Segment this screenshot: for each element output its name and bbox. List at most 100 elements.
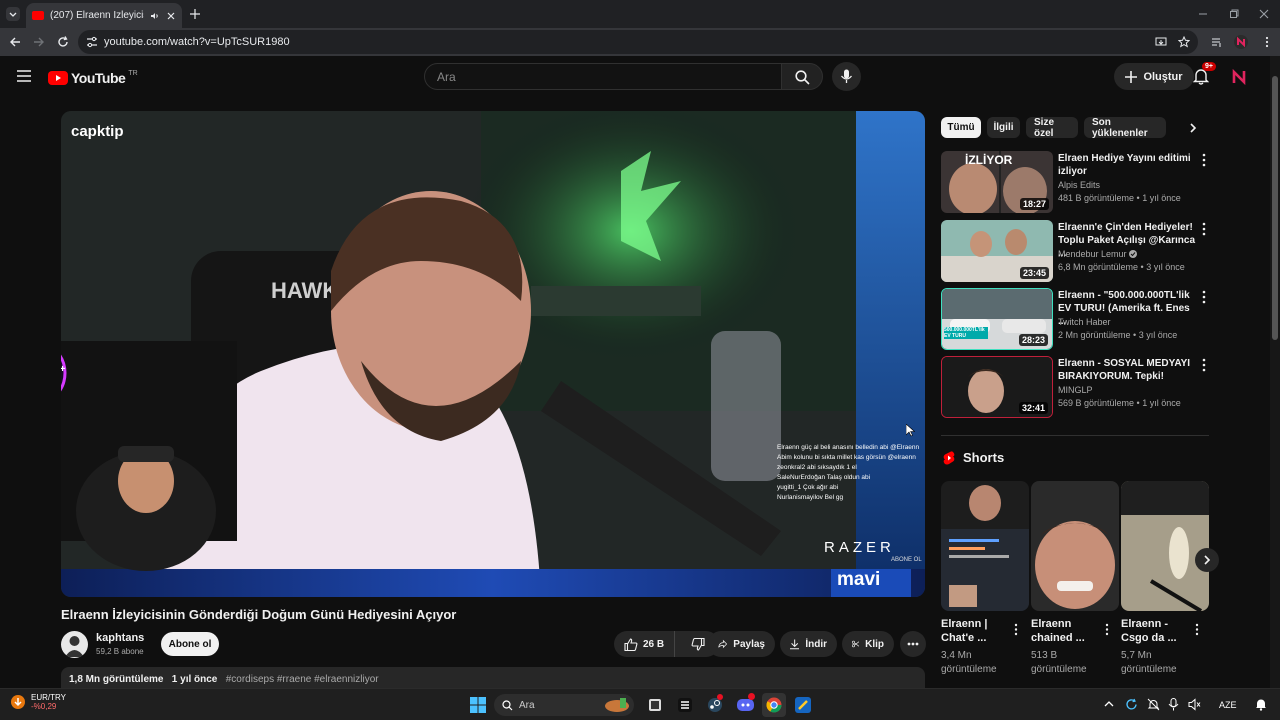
download-button[interactable]: İndir [780, 631, 837, 657]
channel-name[interactable]: Alpis Edits [1058, 180, 1100, 190]
reload-icon[interactable] [56, 35, 70, 49]
microphone-icon [841, 69, 852, 83]
channel-name[interactable]: MINGLP [1058, 385, 1093, 395]
thumbs-down-icon [691, 637, 705, 651]
search-input[interactable]: Ara [424, 63, 782, 90]
browser-menu-icon[interactable] [1261, 36, 1273, 48]
recommended-video[interactable]: 500.000.000TL'lik EV TURU 28:23 Elraenn … [941, 288, 1211, 350]
input-language[interactable]: AZE [1219, 700, 1237, 710]
channel-name[interactable]: Mendebur Lemur [1058, 249, 1138, 259]
more-actions-button[interactable] [900, 631, 926, 657]
forward-arrow-icon[interactable] [32, 35, 46, 49]
windows-start-icon[interactable] [470, 697, 486, 713]
short-thumbnail[interactable] [1121, 481, 1209, 611]
profile-avatar[interactable] [1234, 35, 1248, 49]
notifications-off-icon[interactable] [1147, 698, 1160, 711]
chat-line: Nurlanismayilov Bel gg [777, 494, 844, 501]
short-title[interactable]: Elraenn chained ... [1031, 617, 1101, 645]
address-bar[interactable]: youtube.com/watch?v=UpTcSUR1980 [78, 30, 1198, 54]
sync-icon[interactable] [1125, 698, 1138, 711]
notifications-button[interactable]: 9+ [1193, 62, 1216, 88]
new-tab-icon[interactable] [189, 8, 201, 20]
chrome-app-icon[interactable] [762, 693, 786, 717]
search-button[interactable] [781, 63, 823, 90]
browser-tab-active[interactable]: (207) Elraenn İzleyicisinin G [26, 3, 182, 28]
account-avatar[interactable] [1230, 68, 1248, 86]
create-button[interactable]: Oluştur [1114, 63, 1194, 90]
site-info-icon[interactable] [86, 36, 98, 48]
media-controls-icon[interactable] [1211, 36, 1223, 48]
share-button[interactable]: Paylaş [708, 631, 775, 657]
page-scrollbar[interactable] [1270, 56, 1280, 688]
bookmark-star-icon[interactable] [1178, 36, 1190, 48]
market-down-icon [11, 695, 25, 709]
description-box[interactable]: 1,8 Mn görüntüleme 1 yıl önce #cordiseps… [61, 667, 925, 688]
tray-chevron-up-icon[interactable] [1104, 700, 1114, 708]
notification-center-icon[interactable] [1255, 698, 1267, 711]
steam-app-icon[interactable] [707, 694, 723, 713]
mouse-cursor-icon [906, 424, 915, 437]
clip-label: Klip [865, 638, 884, 650]
chip-all[interactable]: Tümü [941, 117, 981, 138]
chip-related[interactable]: İlgili [987, 117, 1020, 138]
like-button[interactable]: 26 B [614, 631, 676, 657]
tab-title: (207) Elraenn İzleyicisinin G [50, 10, 144, 21]
speaker-muted-icon[interactable] [1188, 698, 1201, 711]
microphone-icon[interactable] [1168, 698, 1179, 711]
short-thumbnail[interactable] [1031, 481, 1119, 611]
close-tab-icon[interactable] [166, 11, 176, 21]
hashtags[interactable]: #cordiseps #rraene #elraennizliyor [226, 674, 379, 685]
youtube-logo[interactable]: YouTube TR [48, 70, 138, 86]
scrollbar-thumb[interactable] [1272, 76, 1278, 340]
chevron-right-icon[interactable] [1187, 122, 1199, 134]
channel-name[interactable]: kaphtans [96, 632, 144, 644]
recommended-video[interactable]: İZLİYOR 18:27 Elraen Hediye Yayını editi… [941, 151, 1211, 213]
restore-icon[interactable] [1228, 8, 1240, 20]
more-vertical-icon[interactable] [1199, 153, 1209, 167]
audio-playing-icon[interactable] [150, 11, 160, 21]
voice-search-button[interactable] [832, 62, 861, 91]
more-vertical-icon[interactable] [1193, 623, 1201, 636]
youtube-header: YouTube TR Ara Oluştur 9+ [0, 56, 1270, 98]
stock-widget[interactable]: EUR/TRY -%0,29 [10, 693, 66, 711]
back-arrow-icon[interactable] [8, 35, 22, 49]
chip-recently-uploaded[interactable]: Son yüklenenler [1084, 117, 1166, 139]
video-title[interactable]: Elraen Hediye Yayını editimi izliyor [1058, 152, 1196, 178]
hamburger-menu-icon[interactable] [17, 70, 31, 82]
more-vertical-icon[interactable] [1199, 222, 1209, 236]
capcut-app-icon[interactable] [678, 698, 692, 712]
more-vertical-icon[interactable] [1199, 358, 1209, 372]
clip-button[interactable]: Klip [842, 631, 894, 657]
discord-app-icon[interactable] [737, 693, 755, 713]
video-thumbnail[interactable]: 500.000.000TL'lik EV TURU 28:23 [941, 288, 1053, 350]
short-title[interactable]: Elraenn - Csgo da ... [1121, 617, 1191, 645]
notification-badge: 9+ [1202, 62, 1216, 71]
video-player[interactable]: HAWK capktip HYPE+ Elraenn güç al beli a… [61, 111, 925, 597]
subscribe-button[interactable]: Abone ol [161, 632, 219, 656]
video-thumbnail[interactable]: 23:45 [941, 220, 1053, 282]
more-vertical-icon[interactable] [1103, 623, 1111, 636]
short-thumbnail[interactable] [941, 481, 1029, 611]
close-window-icon[interactable] [1258, 8, 1270, 20]
minimize-icon[interactable] [1197, 8, 1209, 20]
install-app-icon[interactable] [1155, 36, 1167, 48]
video-title[interactable]: Elraenn - SOSYAL MEDYAYI BIRAKIYORUM. Te… [1058, 357, 1196, 383]
more-vertical-icon[interactable] [1199, 290, 1209, 304]
video-thumbnail[interactable]: 32:41 [941, 356, 1053, 418]
task-view-icon[interactable] [648, 698, 662, 712]
download-icon [790, 638, 800, 649]
subscriber-count: 59,2 B abone [96, 647, 144, 656]
chip-for-you[interactable]: Size özel [1026, 117, 1078, 139]
taskbar-search[interactable]: Ara [494, 694, 634, 716]
channel-name[interactable]: Twitch Haber [1058, 317, 1111, 327]
shorts-next-button[interactable] [1195, 548, 1219, 572]
channel-avatar[interactable] [61, 631, 88, 658]
video-thumbnail[interactable]: İZLİYOR 18:27 [941, 151, 1053, 213]
editor-app-icon[interactable] [795, 697, 811, 713]
recommended-video[interactable]: 32:41 Elraenn - SOSYAL MEDYAYI BIRAKIYOR… [941, 356, 1211, 418]
recommended-video[interactable]: 23:45 Elraenn'e Çin'den Hediyeler! Toplu… [941, 220, 1211, 282]
tab-list-button[interactable] [6, 7, 20, 21]
chevron-right-icon [1204, 555, 1211, 565]
more-vertical-icon[interactable] [1012, 623, 1020, 636]
short-title[interactable]: Elraenn | Chat'e ... [941, 617, 1011, 645]
